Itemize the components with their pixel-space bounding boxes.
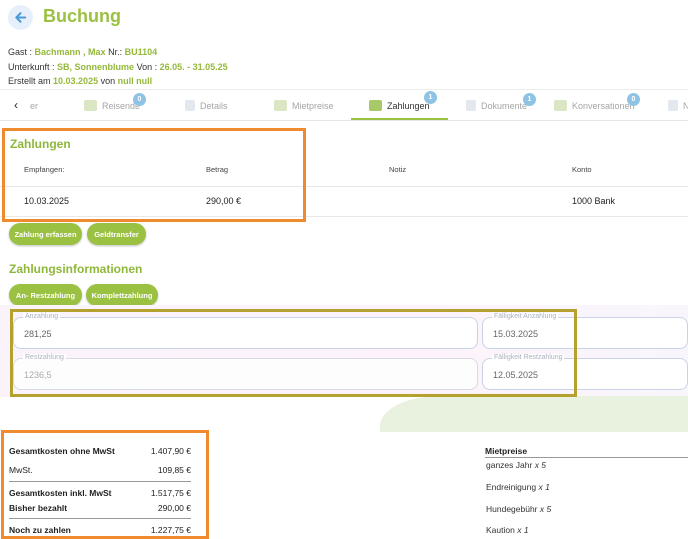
komplettzahlung-button[interactable]: Komplettzahlung (86, 284, 158, 306)
tab-reisende[interactable]: Reisende (84, 90, 140, 121)
tab-zahlungen[interactable]: Zahlungen (369, 90, 430, 121)
people-icon (84, 100, 97, 111)
list-item: Hundegebühr x 5 (486, 504, 552, 514)
file-icon (668, 100, 678, 111)
mietpreise-divider (485, 457, 688, 458)
chevron-left-icon[interactable]: ‹ (14, 98, 18, 112)
stay-period: 26.05. - 31.05.25 (159, 62, 228, 72)
list-item: Kaution x 1 (486, 525, 529, 535)
created-info-line: Erstellt am 10.03.2025 von null null (8, 76, 153, 86)
list-item: Endreinigung x 1 (486, 482, 550, 492)
tab-bar: ‹ er Reisende 0 Details Mietpreise Zahlu… (0, 90, 688, 121)
highlight-box-zahlungen (2, 128, 306, 222)
cell-konto: 1000 Bank (572, 196, 616, 206)
money-icon (369, 100, 382, 111)
page-title: Buchung (43, 6, 121, 26)
accommodation-name: SB, Sonnenblume (57, 62, 135, 72)
tab-mietpreise[interactable]: Mietpreise (274, 90, 334, 121)
created-date: 10.03.2025 (53, 76, 99, 86)
document-icon (185, 100, 195, 111)
guest-info-line: Gast : Bachmann , Max Nr.: BU1104 (8, 47, 158, 57)
zahlung-erfassen-button[interactable]: Zahlung erfassen (9, 223, 82, 245)
column-header-notiz: Notiz (389, 165, 407, 174)
accommodation-info-line: Unterkunft : SB, Sonnenblume Von : 26.05… (8, 62, 228, 72)
guest-name: Bachmann , Max (34, 47, 106, 57)
summary-divider (9, 518, 191, 519)
tab-details[interactable]: Details (185, 90, 228, 121)
tab-partial-left[interactable]: er (30, 90, 38, 121)
tab-konversationen[interactable]: Konversationen (554, 90, 635, 121)
section-title-zahlungsinformationen: Zahlungsinformationen (9, 262, 143, 276)
column-header-konto: Konto (572, 165, 592, 174)
chat-icon (554, 100, 567, 111)
booking-number: BU1104 (124, 47, 158, 57)
decorative-swoosh (380, 396, 688, 432)
summary-divider (9, 481, 191, 482)
tab-next-partial[interactable]: N (668, 90, 688, 121)
highlight-box-zahlungsinformationen (10, 309, 577, 397)
price-list-icon (274, 100, 287, 111)
arrow-left-icon (15, 12, 27, 23)
tab-dokumente-badge: 1 (523, 93, 536, 106)
created-by: null null (117, 76, 153, 86)
file-icon (466, 100, 476, 111)
tab-zahlungen-badge: 1 (424, 91, 437, 104)
list-item: ganzes Jahr x 5 (486, 460, 547, 470)
geldtransfer-button[interactable]: Geldtransfer (87, 223, 146, 245)
active-tab-indicator (351, 118, 448, 120)
mietpreise-title: Mietpreise (485, 446, 528, 456)
back-button[interactable] (8, 5, 33, 30)
tab-dokumente[interactable]: Dokumente (466, 90, 527, 121)
tab-konversationen-badge: 0 (627, 93, 640, 106)
an-restzahlung-button[interactable]: An- Restzahlung (9, 284, 82, 306)
tab-reisende-badge: 0 (133, 93, 146, 106)
